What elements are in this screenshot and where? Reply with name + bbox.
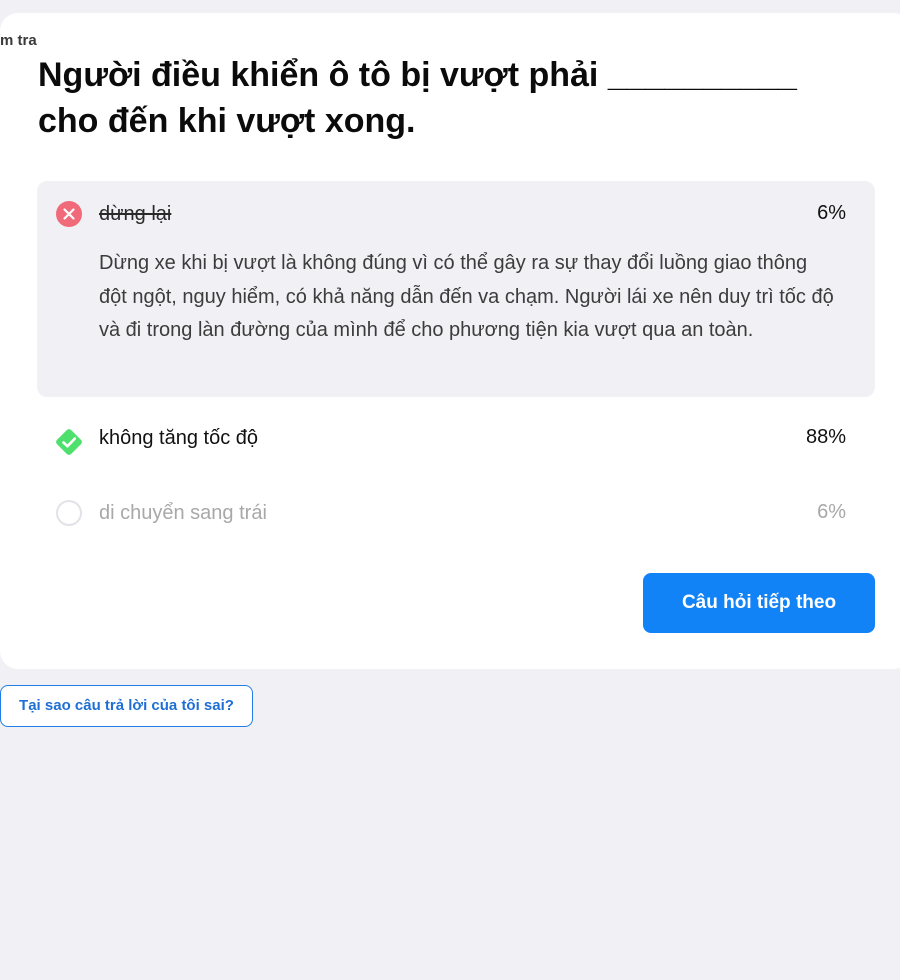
next-question-button[interactable]: Câu hỏi tiếp theo [643,573,875,633]
breadcrumb: m tra [0,32,37,49]
answer-option-percent: 6% [817,202,846,224]
answer-option-wrong[interactable]: dừng lại 6% Dừng xe khi bị vượt là không… [37,181,875,397]
empty-circle-icon [56,500,82,526]
x-circle-icon [56,201,82,227]
answer-option-label: di chuyển sang trái [99,502,267,524]
why-wrong-button[interactable]: Tại sao câu trả lời của tôi sai? [0,685,253,727]
check-diamond-icon [52,425,86,459]
answer-option-label: dừng lại [99,203,172,225]
answer-option-neutral[interactable]: di chuyển sang trái 6% [37,488,875,540]
answer-option-percent: 6% [817,501,846,523]
answer-option-correct[interactable]: không tăng tốc độ 88% [37,412,875,464]
answer-explanation: Dừng xe khi bị vượt là không đúng vì có … [99,252,834,341]
question-text: Người điều khiển ô tô bị vượt phải _____… [38,56,797,140]
answer-option-percent: 88% [805,426,846,448]
answer-option-label: không tăng tốc độ [99,427,259,449]
